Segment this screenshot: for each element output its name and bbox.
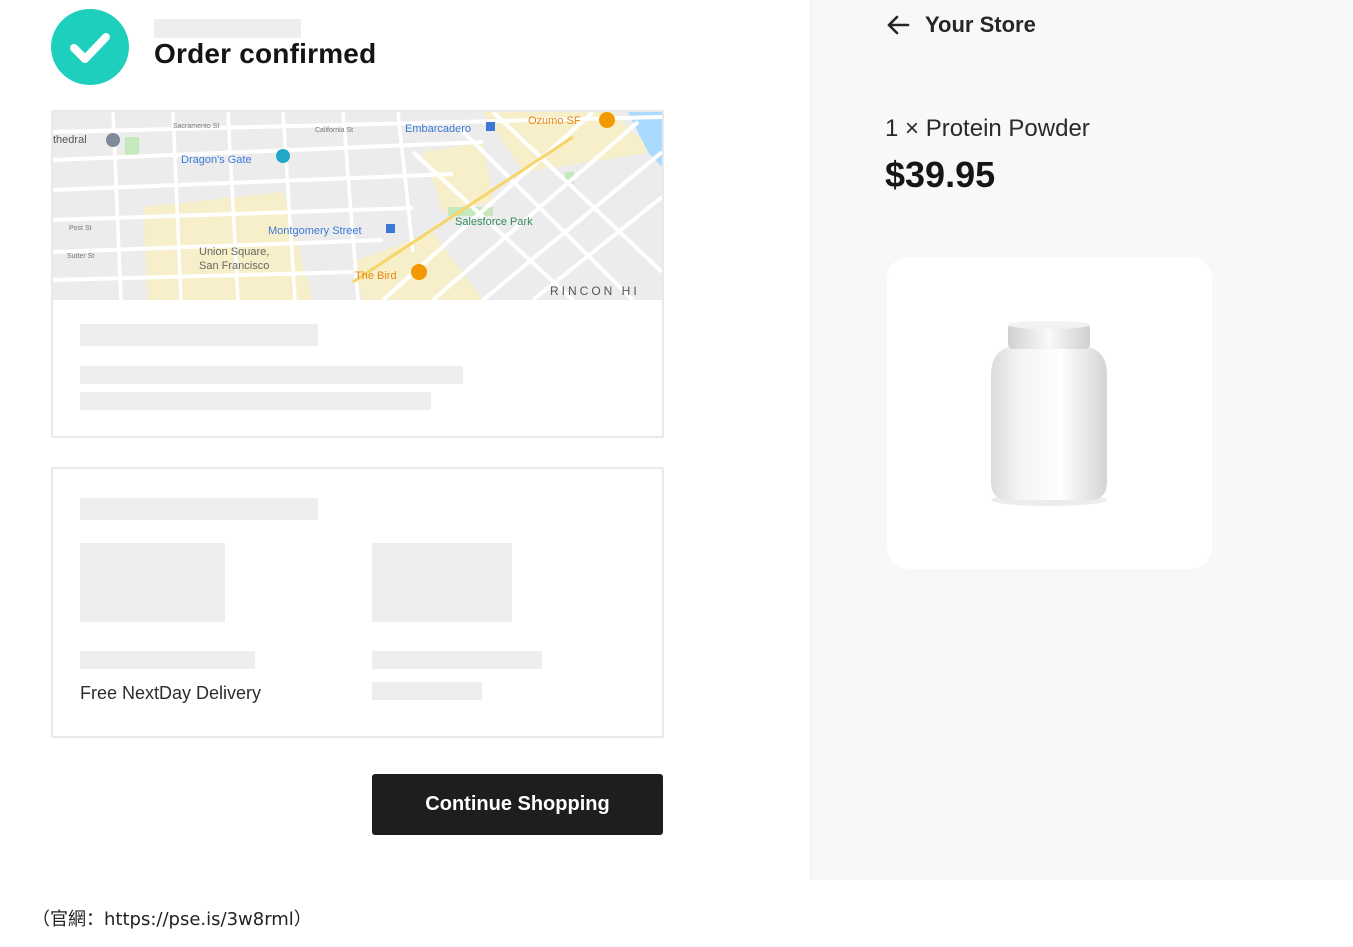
svg-text:RINCON HI: RINCON HI bbox=[550, 284, 640, 298]
svg-text:Embarcadero: Embarcadero bbox=[405, 123, 471, 135]
order-summary-panel: Your Store 1 × Protein Powder $39.95 bbox=[810, 0, 1353, 880]
address-line-placeholder bbox=[80, 366, 463, 384]
line-item-label: 1 × Protein Powder bbox=[885, 115, 1090, 142]
svg-text:California St: California St bbox=[315, 127, 353, 134]
protein-tub-image bbox=[991, 321, 1107, 506]
continue-shopping-button[interactable]: Continue Shopping bbox=[372, 774, 663, 835]
payment-label-placeholder bbox=[372, 651, 542, 669]
page-title: Order confirmed bbox=[154, 38, 377, 69]
product-image-card bbox=[887, 257, 1212, 569]
order-confirmed-badge bbox=[51, 9, 129, 85]
svg-text:Salesforce Park: Salesforce Park bbox=[455, 216, 533, 228]
order-total: $39.95 bbox=[885, 154, 996, 195]
back-to-store-link[interactable]: Your Store bbox=[885, 12, 1036, 38]
shipping-label-placeholder bbox=[80, 651, 255, 669]
shipping-image-placeholder bbox=[372, 543, 512, 622]
delivery-map[interactable]: thedral Dragon's Gate Embarcadero Ozumo … bbox=[53, 112, 662, 300]
delivery-method: Free NextDay Delivery bbox=[80, 683, 262, 703]
payment-detail-placeholder bbox=[372, 682, 482, 700]
svg-text:Union Square,: Union Square, bbox=[199, 246, 269, 258]
svg-text:Sacramento St: Sacramento St bbox=[173, 123, 219, 130]
checkmark-icon bbox=[70, 33, 110, 63]
svg-text:Ozumo SF: Ozumo SF bbox=[528, 115, 581, 127]
arrow-left-icon bbox=[887, 15, 910, 35]
order-number-placeholder bbox=[154, 19, 301, 38]
svg-text:Sutter St: Sutter St bbox=[67, 253, 94, 260]
svg-text:Dragon's Gate: Dragon's Gate bbox=[181, 154, 252, 166]
address-line-placeholder bbox=[80, 392, 431, 410]
payment-image-placeholder bbox=[80, 543, 225, 622]
store-name: Your Store bbox=[925, 12, 1036, 37]
svg-text:Montgomery Street: Montgomery Street bbox=[268, 225, 362, 237]
svg-text:Post St: Post St bbox=[69, 225, 92, 232]
address-heading-placeholder bbox=[80, 324, 318, 346]
svg-text:San Francisco: San Francisco bbox=[199, 260, 269, 272]
footer-website-link[interactable]: （官網：https://pse.is/3w8rml） bbox=[32, 905, 312, 931]
details-heading-placeholder bbox=[80, 498, 318, 520]
svg-text:The Bird: The Bird bbox=[355, 270, 397, 282]
svg-text:thedral: thedral bbox=[53, 134, 87, 146]
